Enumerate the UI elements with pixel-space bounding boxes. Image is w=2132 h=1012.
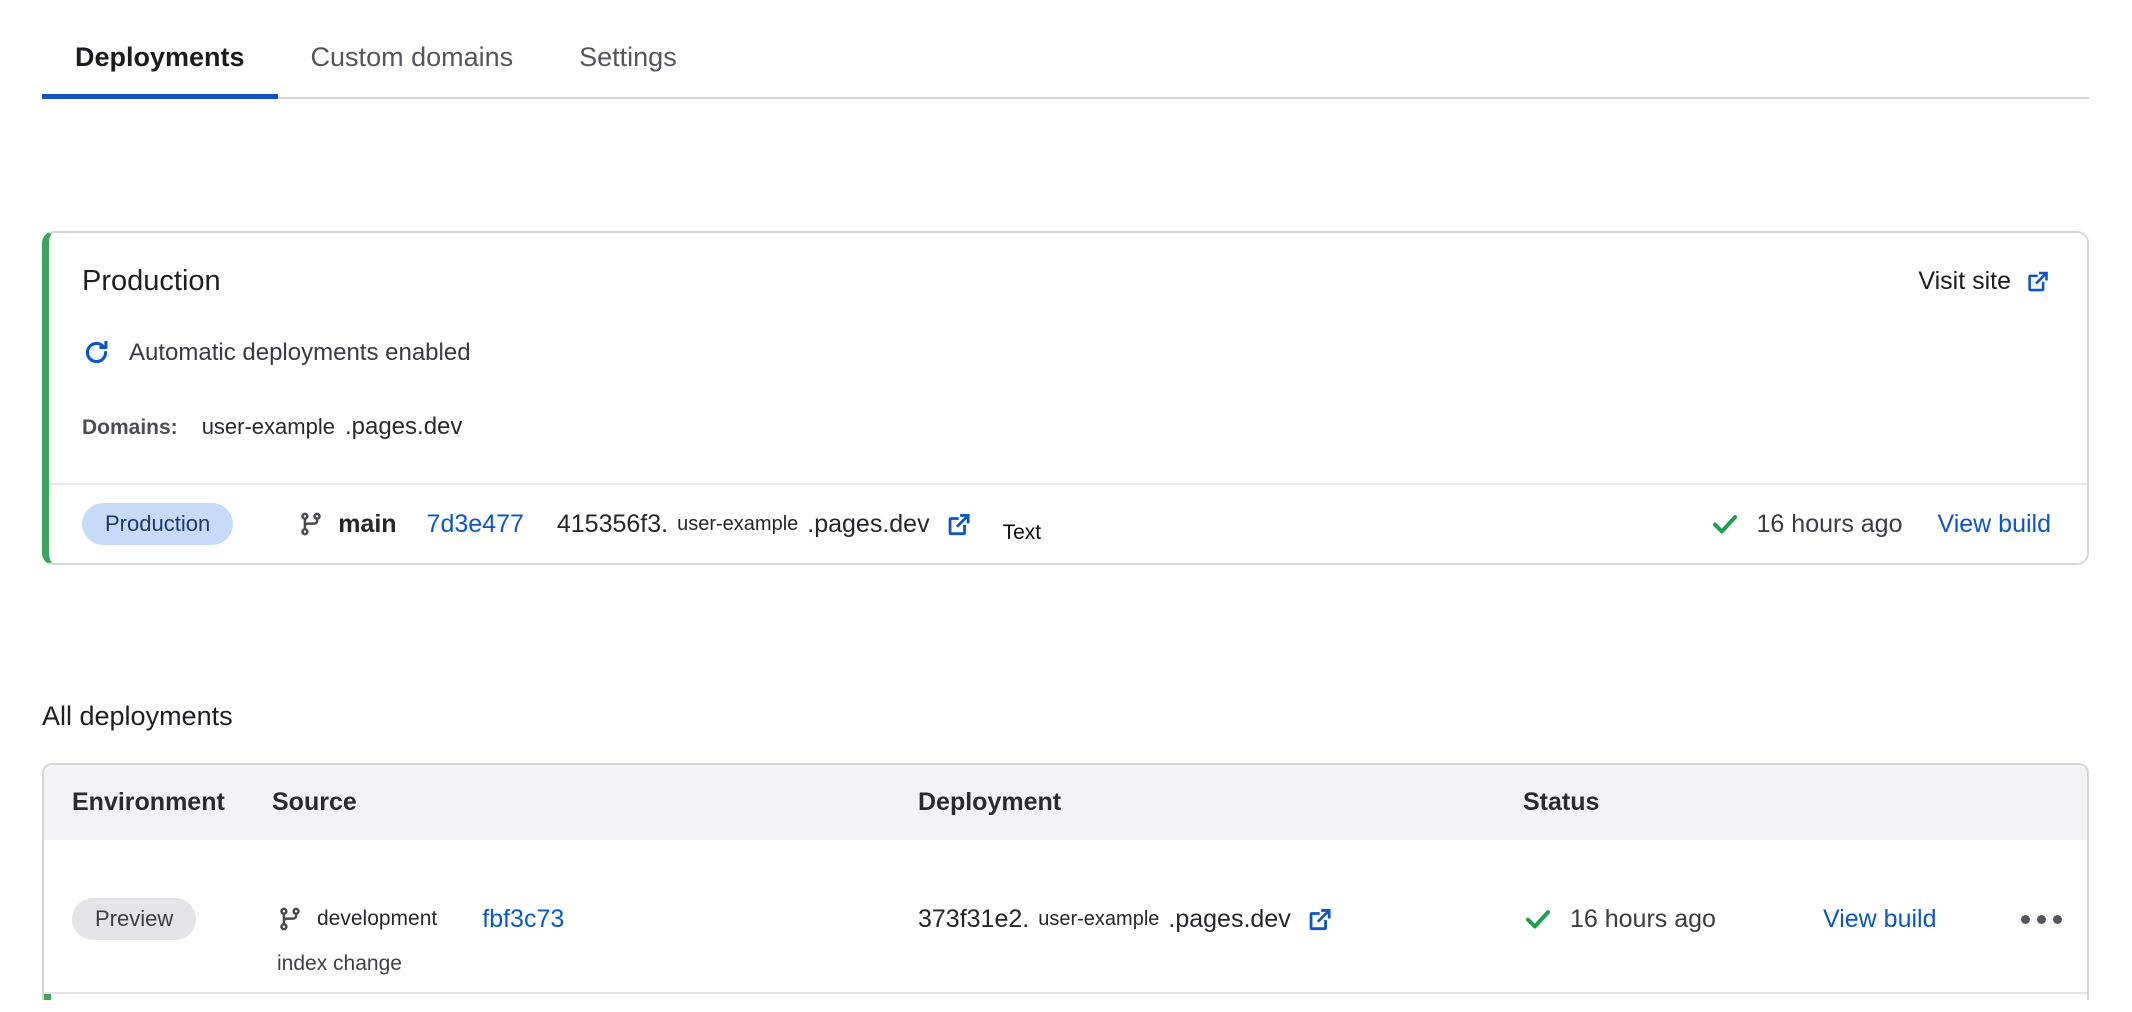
deployment-url-suffix: .pages.dev (807, 510, 929, 539)
refresh-icon (82, 338, 111, 367)
commit-link[interactable]: fbf3c73 (482, 905, 564, 934)
deployment-url: 373f31e2. user-example .pages.dev (918, 905, 1334, 934)
production-card-title: Production (82, 265, 221, 298)
domains-row: Domains: user-example .pages.dev (82, 413, 2051, 441)
page: Deployments Custom domains Settings Prod… (0, 0, 2132, 1000)
deployment-url-suffix: .pages.dev (1168, 905, 1290, 934)
commit-message: index change (277, 952, 918, 976)
git-branch-icon (277, 906, 303, 932)
environment-badge: Preview (72, 898, 196, 940)
auto-deployments-status: Automatic deployments enabled (82, 338, 2051, 367)
production-deployment-row: Production main 7d3e477 415356f3. user-e… (49, 483, 2087, 563)
tab-custom-domains[interactable]: Custom domains (278, 0, 547, 97)
external-link-icon (2024, 268, 2051, 295)
deployment-url-prefix: 415356f3. (557, 510, 668, 539)
deployment-url-user: user-example (677, 513, 798, 536)
view-build-link[interactable]: View build (1937, 510, 2051, 539)
domain-user: user-example (202, 414, 335, 440)
deploy-time: 16 hours ago (1757, 510, 1903, 539)
all-deployments-title: All deployments (42, 701, 2089, 732)
environment-badge: Production (82, 503, 233, 545)
domain-suffix: .pages.dev (345, 413, 462, 441)
column-header-status: Status (1523, 788, 1823, 817)
column-header-source: Source (272, 788, 918, 817)
check-icon (1523, 904, 1553, 934)
view-build-link[interactable]: View build (1823, 905, 1937, 934)
column-header-deployment: Deployment (918, 788, 1523, 817)
check-icon (1710, 509, 1740, 539)
deployment-url-user: user-example (1038, 908, 1159, 931)
external-link-icon[interactable] (1305, 905, 1334, 934)
column-header-environment: Environment (44, 788, 272, 817)
table-row: Preview development fbf3c73 index change (44, 840, 2087, 994)
commit-link[interactable]: 7d3e477 (427, 510, 524, 539)
next-row-accent-peek (44, 994, 51, 1000)
note-text: Text (1003, 521, 1042, 545)
visit-site-label: Visit site (1918, 267, 2011, 296)
git-branch-icon (298, 511, 324, 537)
deployment-url-prefix: 373f31e2. (918, 905, 1029, 934)
deployment-url: 415356f3. user-example .pages.dev (557, 510, 973, 539)
deployments-table: Environment Source Deployment Status Pre… (42, 763, 2089, 1000)
ellipsis-icon[interactable] (2021, 915, 2062, 924)
production-card: Production Visit site (42, 231, 2089, 565)
branch-name: main (338, 510, 396, 539)
external-link-icon[interactable] (944, 510, 973, 539)
visit-site-link[interactable]: Visit site (1918, 267, 2051, 296)
auto-deployments-text: Automatic deployments enabled (129, 339, 471, 367)
tab-bar: Deployments Custom domains Settings (42, 0, 2089, 99)
tab-deployments[interactable]: Deployments (42, 0, 278, 97)
tab-settings[interactable]: Settings (546, 0, 710, 97)
branch-name: development (317, 907, 437, 931)
table-header: Environment Source Deployment Status (44, 765, 2087, 840)
domains-label: Domains: (82, 416, 178, 440)
deploy-time: 16 hours ago (1570, 905, 1716, 934)
